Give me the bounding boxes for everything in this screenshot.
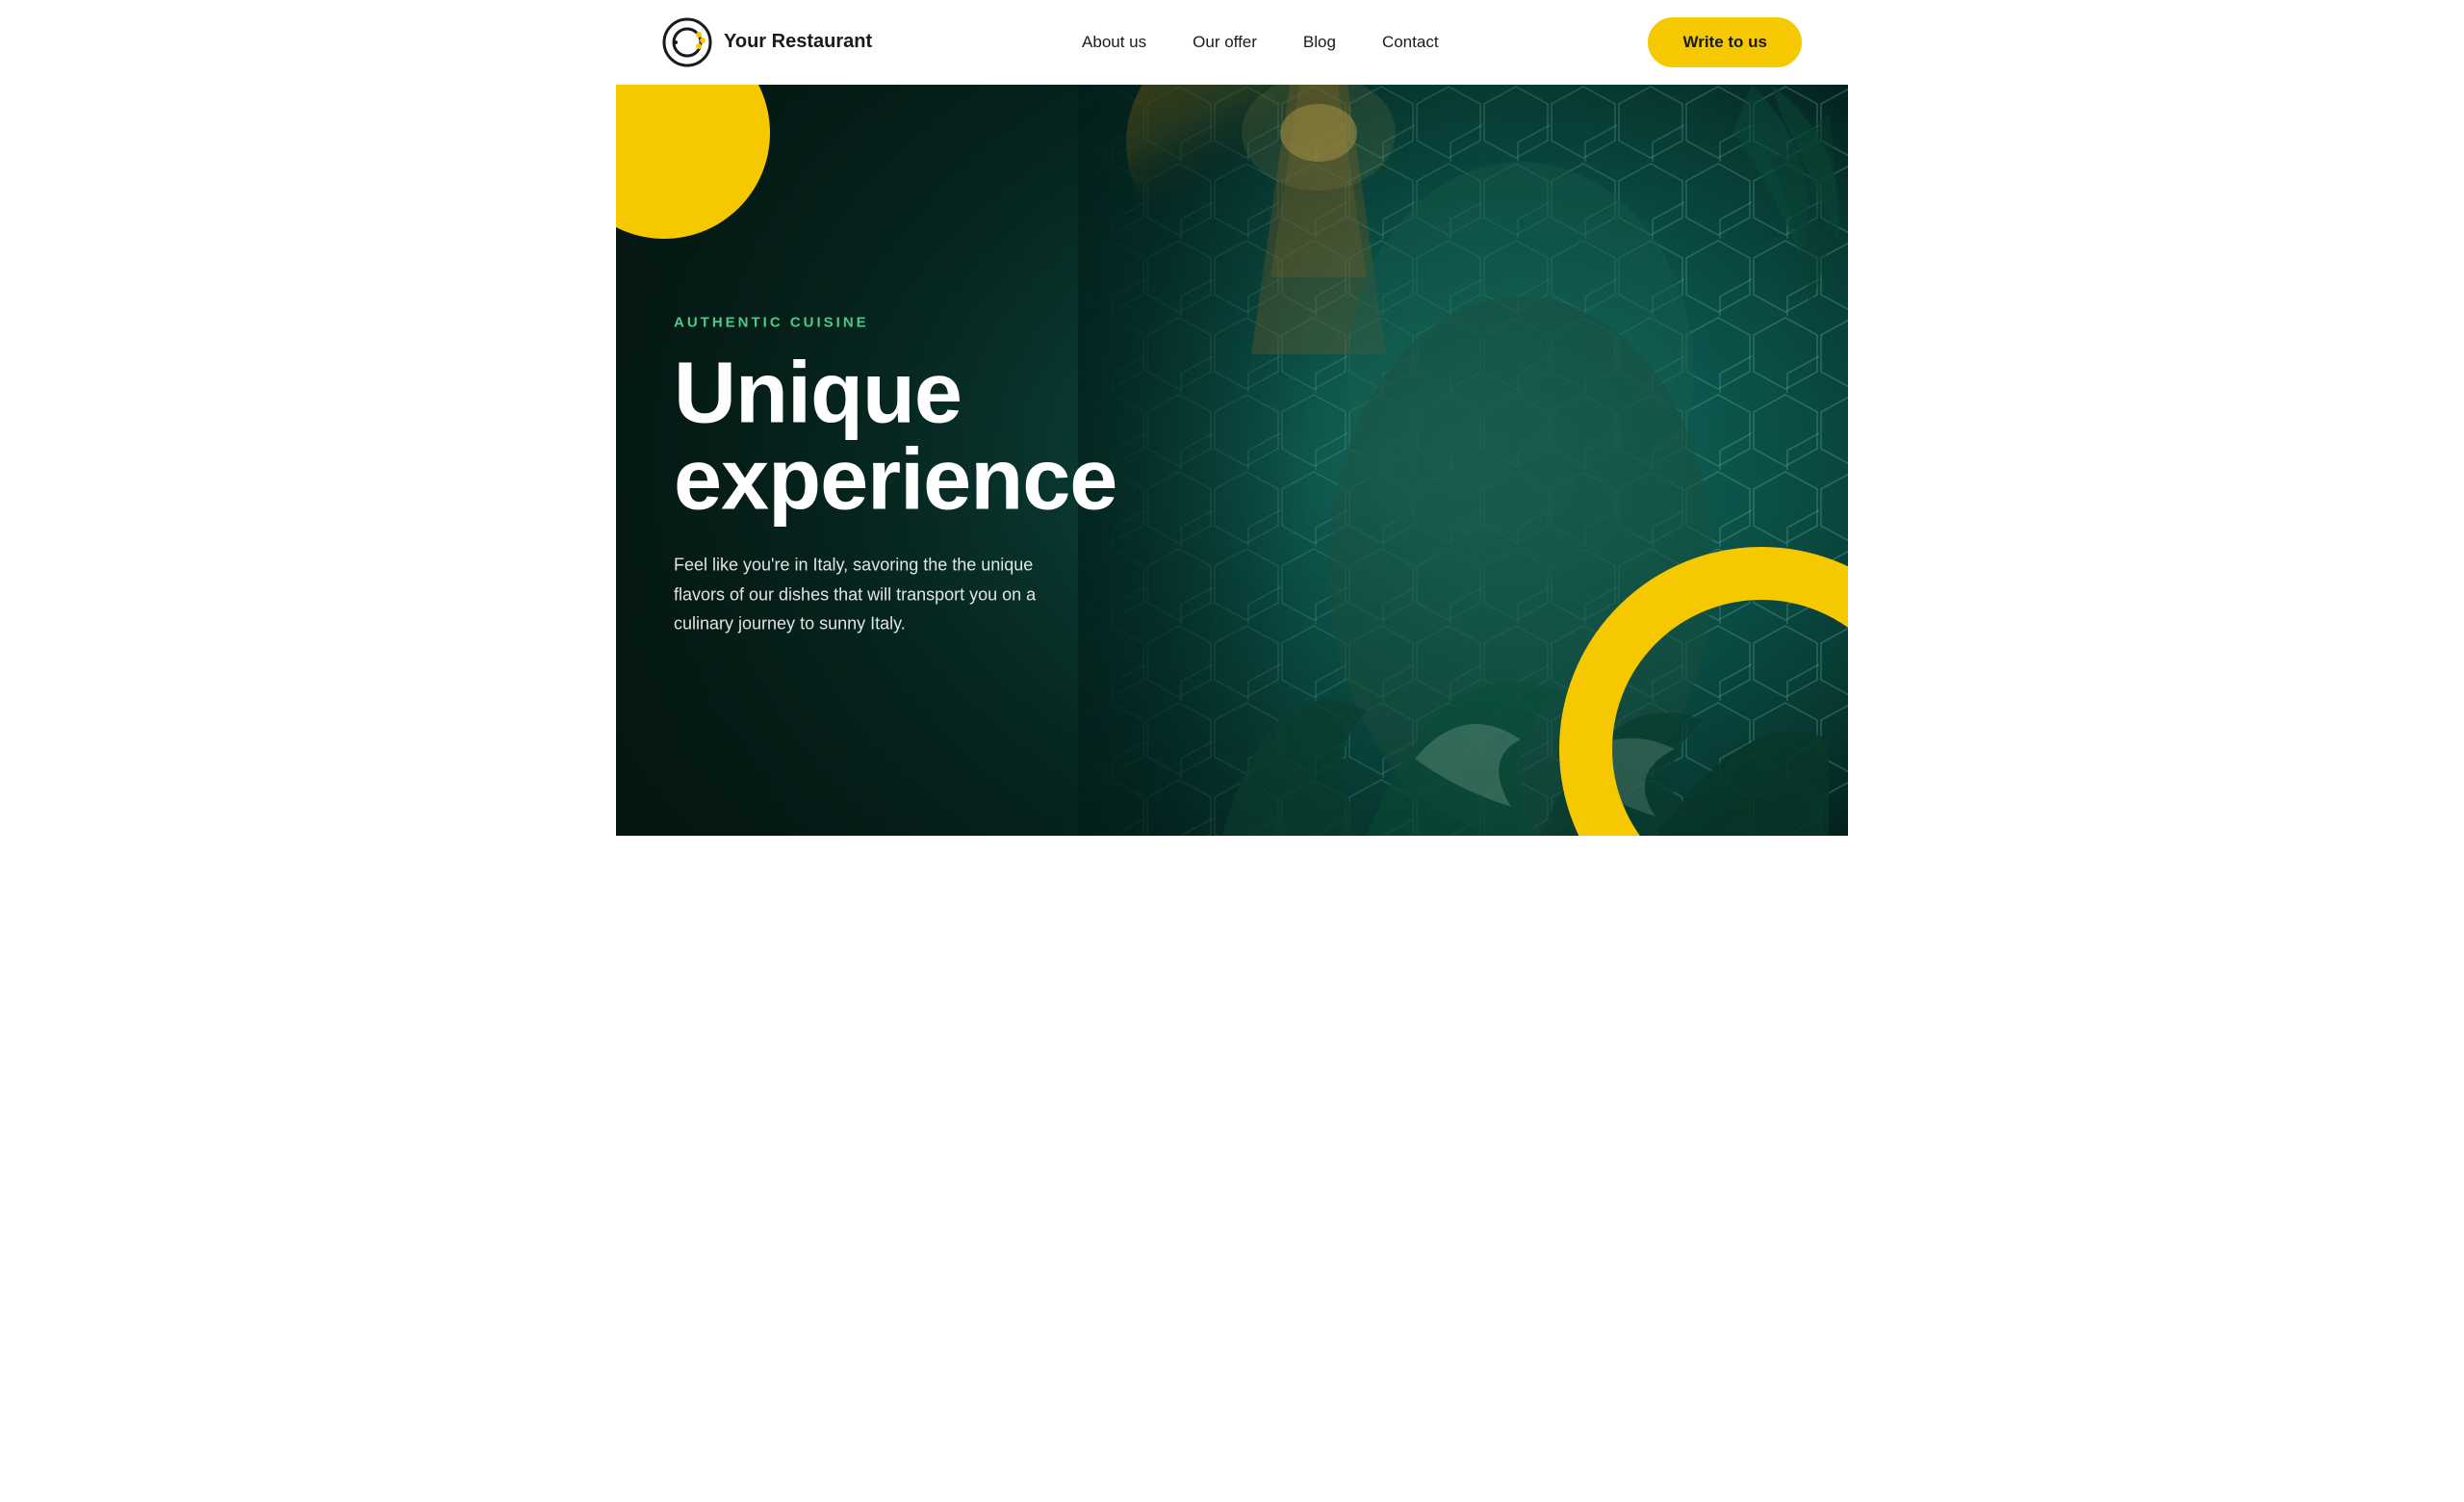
nav-item-blog[interactable]: Blog [1303,33,1336,52]
navbar: Your Restaurant About us Our offer Blog … [616,0,1848,85]
nav-item-about[interactable]: About us [1082,33,1146,52]
hero-description: Feel like you're in Italy, savoring the … [674,550,1040,638]
hero-section: AUTHENTIC CUISINE Unique experience Feel… [616,85,1848,836]
nav-links: About us Our offer Blog Contact [1082,33,1439,52]
logo-area[interactable]: Your Restaurant [662,17,872,67]
write-to-us-button[interactable]: Write to us [1648,17,1802,67]
hero-eyebrow: AUTHENTIC CUISINE [674,314,1116,330]
logo-text: Your Restaurant [724,31,872,53]
nav-link-about[interactable]: About us [1082,33,1146,51]
hero-content: AUTHENTIC CUISINE Unique experience Feel… [674,314,1116,638]
hero-title-line2: experience [674,431,1116,528]
nav-item-contact[interactable]: Contact [1382,33,1439,52]
hero-title: Unique experience [674,350,1116,523]
nav-link-contact[interactable]: Contact [1382,33,1439,51]
logo-icon [662,17,712,67]
nav-link-blog[interactable]: Blog [1303,33,1336,51]
nav-link-offer[interactable]: Our offer [1193,33,1257,51]
nav-item-offer[interactable]: Our offer [1193,33,1257,52]
hero-title-line1: Unique [674,345,962,441]
